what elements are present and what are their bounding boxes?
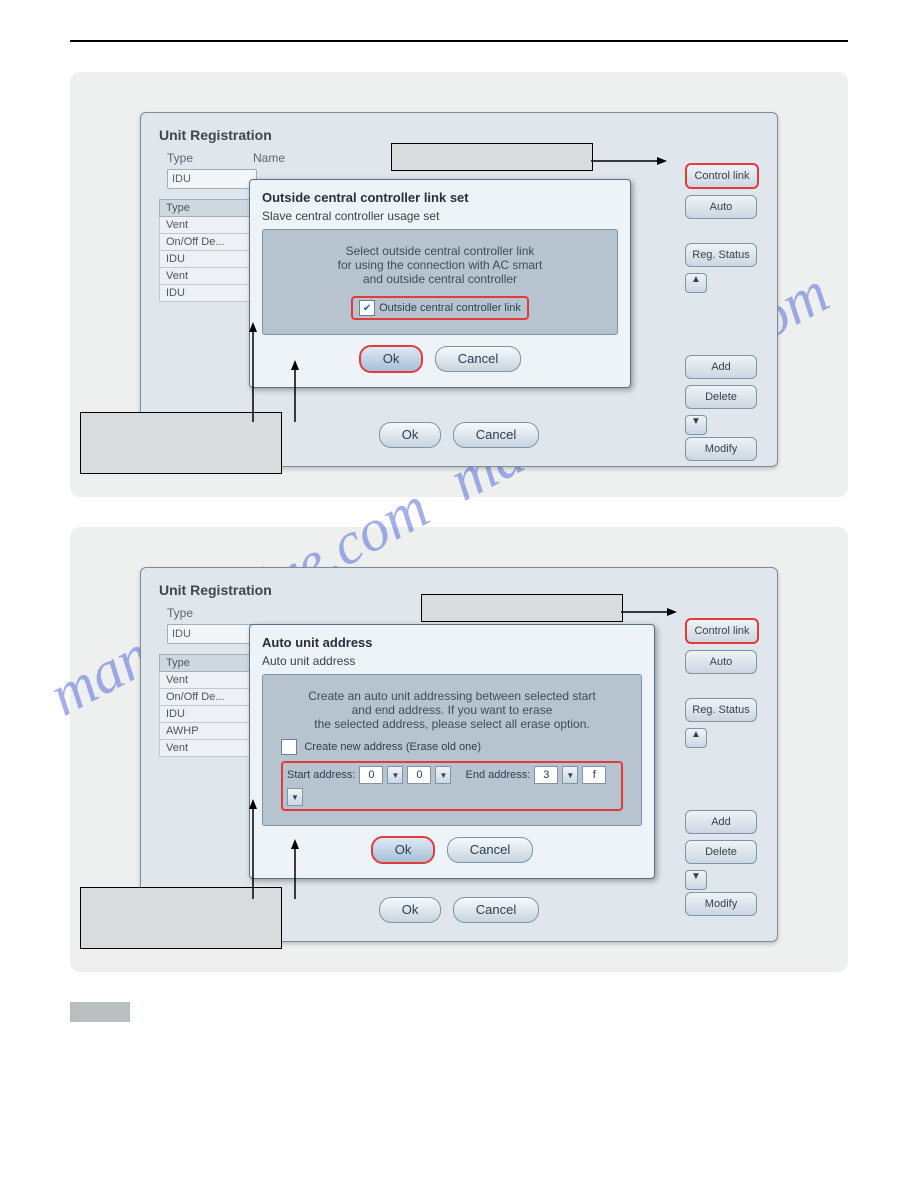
scroll-up-icon[interactable]: ▲ xyxy=(685,728,707,748)
checkbox-label: Outside central controller link xyxy=(379,302,521,314)
page-footer-strip xyxy=(70,1002,130,1022)
create-new-checkbox[interactable] xyxy=(281,739,297,755)
end-hi-select[interactable]: 3 xyxy=(534,766,558,784)
label-name: Name xyxy=(253,151,285,165)
dialog-text: for using the connection with AC smart xyxy=(281,258,599,272)
annotation-box xyxy=(80,412,282,474)
control-link-button[interactable]: Control link xyxy=(685,618,759,644)
dialog-cancel-button[interactable]: Cancel xyxy=(447,837,533,863)
delete-button[interactable]: Delete xyxy=(685,840,757,864)
modify-button[interactable]: Modify xyxy=(685,437,757,461)
table-row[interactable]: Vent xyxy=(159,217,253,234)
auto-button[interactable]: Auto xyxy=(685,650,757,674)
chevron-down-icon[interactable]: ▼ xyxy=(287,788,303,806)
reg-status-button[interactable]: Reg. Status xyxy=(685,698,757,722)
address-row-highlight: Start address: 0 ▼ 0 ▼ End address: 3 ▼ … xyxy=(281,761,623,811)
dialog-text: Create an auto unit addressing between s… xyxy=(281,689,623,703)
annotation-box xyxy=(421,594,623,622)
table-row[interactable]: Vent xyxy=(159,740,253,757)
type-field[interactable]: IDU xyxy=(167,624,257,644)
auto-address-dialog: Auto unit address Auto unit address Crea… xyxy=(249,624,655,879)
dialog-text: and outside central controller xyxy=(281,272,599,286)
figure-1: manualshive.com Unit Registration Type N… xyxy=(70,72,848,497)
dialog-text: the selected address, please select all … xyxy=(281,717,623,731)
window-title: Unit Registration xyxy=(159,127,759,143)
dialog-body: Select outside central controller link f… xyxy=(262,229,618,335)
auto-button[interactable]: Auto xyxy=(685,195,757,219)
start-address-label: Start address: xyxy=(287,769,355,781)
end-address-label: End address: xyxy=(465,769,530,781)
dialog-ok-button[interactable]: Ok xyxy=(359,345,424,373)
chevron-down-icon[interactable]: ▼ xyxy=(435,766,451,784)
start-hi-select[interactable]: 0 xyxy=(359,766,383,784)
ok-button[interactable]: Ok xyxy=(379,897,442,923)
modify-button[interactable]: Modify xyxy=(685,892,757,916)
outside-link-dialog: Outside central controller link set Slav… xyxy=(249,179,631,388)
ok-button[interactable]: Ok xyxy=(379,422,442,448)
col-header-type: Type xyxy=(159,199,253,217)
dialog-subtitle: Auto unit address xyxy=(262,654,642,668)
start-lo-select[interactable]: 0 xyxy=(407,766,431,784)
table-row[interactable]: IDU xyxy=(159,251,253,268)
annotation-box xyxy=(80,887,282,949)
checkbox-highlight: ✔ Outside central controller link xyxy=(351,296,529,320)
type-field[interactable]: IDU xyxy=(167,169,257,189)
label-type: Type xyxy=(167,606,193,620)
table-row[interactable]: IDU xyxy=(159,706,253,723)
col-header-type: Type xyxy=(159,654,253,672)
add-button[interactable]: Add xyxy=(685,810,757,834)
chevron-down-icon[interactable]: ▼ xyxy=(562,766,578,784)
scroll-down-icon[interactable]: ▼ xyxy=(685,870,707,890)
annotation-box xyxy=(391,143,593,171)
reg-status-button[interactable]: Reg. Status xyxy=(685,243,757,267)
side-buttons-top: Control link Auto Reg. Status ▲ Add Dele… xyxy=(685,163,759,467)
table-row[interactable]: Vent xyxy=(159,268,253,285)
side-buttons-top: Control link Auto Reg. Status ▲ Add Dele… xyxy=(685,618,759,922)
table-row[interactable]: On/Off De... xyxy=(159,234,253,251)
scroll-up-icon[interactable]: ▲ xyxy=(685,273,707,293)
dialog-title: Auto unit address xyxy=(262,635,642,650)
control-link-button[interactable]: Control link xyxy=(685,163,759,189)
table-row[interactable]: IDU xyxy=(159,285,253,302)
dialog-text: and end address. If you want to erase xyxy=(281,703,623,717)
add-button[interactable]: Add xyxy=(685,355,757,379)
table-row[interactable]: Vent xyxy=(159,672,253,689)
table-row[interactable]: AWHP xyxy=(159,723,253,740)
cancel-button[interactable]: Cancel xyxy=(453,422,539,448)
checkbox-label: Create new address (Erase old one) xyxy=(304,741,481,753)
dialog-title: Outside central controller link set xyxy=(262,190,618,205)
delete-button[interactable]: Delete xyxy=(685,385,757,409)
dialog-ok-button[interactable]: Ok xyxy=(371,836,436,864)
dialog-cancel-button[interactable]: Cancel xyxy=(435,346,521,372)
table-row[interactable]: On/Off De... xyxy=(159,689,253,706)
dialog-subtitle: Slave central controller usage set xyxy=(262,209,618,223)
dialog-body: Create an auto unit addressing between s… xyxy=(262,674,642,826)
chevron-down-icon[interactable]: ▼ xyxy=(387,766,403,784)
unit-registration-window: Unit Registration Type IDU Type Vent On/… xyxy=(140,567,778,942)
cancel-button[interactable]: Cancel xyxy=(453,897,539,923)
page-top-rule xyxy=(70,40,848,42)
end-lo-select[interactable]: f xyxy=(582,766,606,784)
outside-link-checkbox[interactable]: ✔ xyxy=(359,300,375,316)
label-type: Type xyxy=(167,151,193,165)
scroll-down-icon[interactable]: ▼ xyxy=(685,415,707,435)
dialog-text: Select outside central controller link xyxy=(281,244,599,258)
figure-2: manualshive.com Unit Registration Type I… xyxy=(70,527,848,972)
